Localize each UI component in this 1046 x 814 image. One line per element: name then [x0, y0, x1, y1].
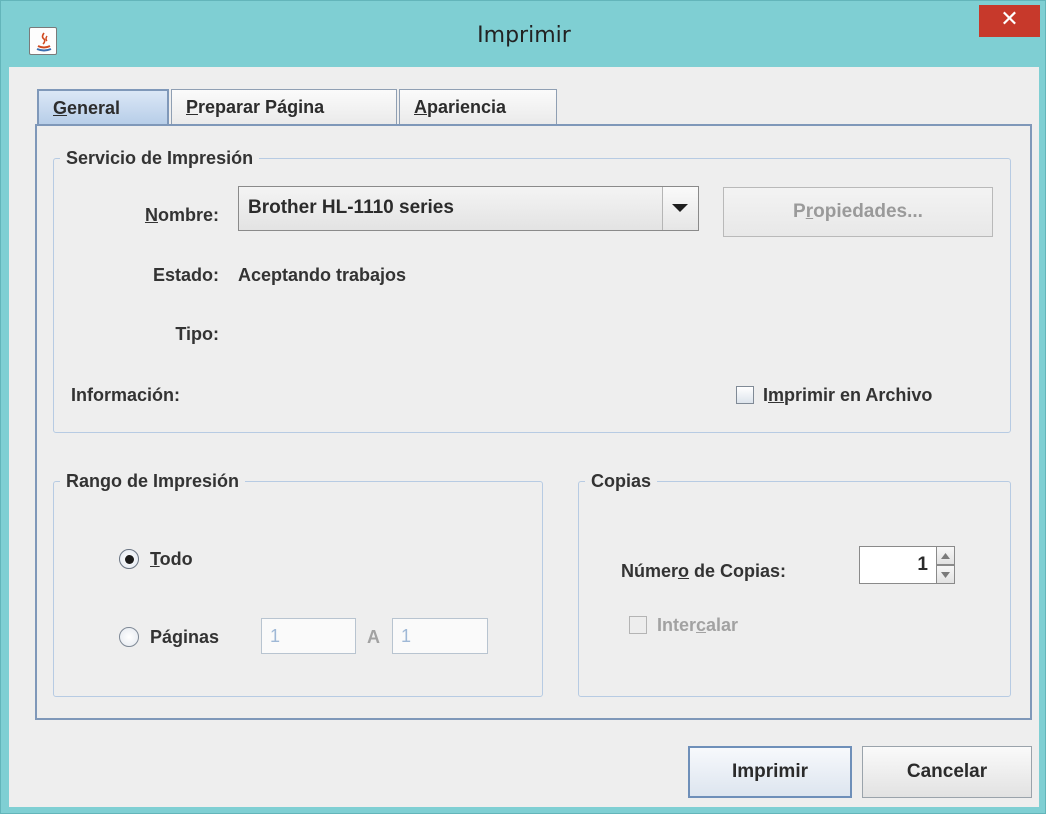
- print-to-file-label[interactable]: Imprimir en Archivo: [763, 384, 1003, 406]
- tab-appearance[interactable]: Apariencia: [399, 89, 557, 125]
- status-value: Aceptando trabajos: [238, 265, 407, 285]
- copies-count-label: Número de Copias:: [621, 561, 787, 581]
- pages-label[interactable]: Páginas: [150, 626, 250, 648]
- close-icon: ✕: [1000, 7, 1019, 32]
- print-to-file-checkbox[interactable]: [736, 386, 754, 404]
- collate-checkbox[interactable]: [629, 616, 647, 634]
- chevron-down-icon: [672, 204, 688, 212]
- pages-radio[interactable]: [119, 627, 139, 647]
- tab-general[interactable]: General: [37, 89, 169, 125]
- copies-group: Copias: [578, 470, 1011, 697]
- pages-to-field[interactable]: 1: [392, 618, 488, 654]
- copies-count-field[interactable]: 1: [859, 546, 937, 584]
- print-range-title: Rango de Impresión: [60, 470, 246, 492]
- print-range-group: Rango de Impresión: [53, 470, 543, 697]
- window-title: Imprimir: [477, 23, 571, 48]
- pages-from-field[interactable]: 1: [261, 618, 356, 654]
- type-label: Tipo:: [175, 324, 219, 344]
- print-dialog-window: Imprimir ✕ General Preparar Página Apari…: [0, 0, 1046, 814]
- spinner-up-icon: [941, 553, 950, 559]
- properties-button[interactable]: Propiedades...: [723, 187, 993, 237]
- title-bar[interactable]: Imprimir ✕: [1, 1, 1046, 67]
- collate-label[interactable]: Intercalar: [657, 614, 817, 636]
- copies-increment-button[interactable]: [936, 546, 955, 565]
- spinner-down-icon: [941, 572, 950, 578]
- status-label: Estado:: [152, 265, 219, 285]
- copies-title: Copias: [585, 470, 658, 492]
- dropdown-arrow-button[interactable]: [662, 187, 698, 230]
- info-label: Información:: [71, 385, 181, 405]
- all-pages-radio[interactable]: [119, 549, 139, 569]
- name-label: Nombre:: [144, 205, 219, 225]
- print-button[interactable]: Imprimir: [688, 746, 852, 798]
- all-pages-label[interactable]: Todo: [150, 548, 270, 570]
- radio-selected-dot: [125, 555, 134, 564]
- pages-to-label: A: [367, 627, 380, 647]
- close-button[interactable]: ✕: [979, 5, 1040, 37]
- cancel-button[interactable]: Cancelar: [862, 746, 1032, 798]
- print-service-title: Servicio de Impresión: [60, 147, 260, 169]
- printer-select[interactable]: Brother HL-1110 series: [238, 186, 699, 231]
- tab-page-setup[interactable]: Preparar Página: [171, 89, 397, 125]
- printer-select-value: Brother HL-1110 series: [248, 197, 454, 218]
- copies-decrement-button[interactable]: [936, 565, 955, 584]
